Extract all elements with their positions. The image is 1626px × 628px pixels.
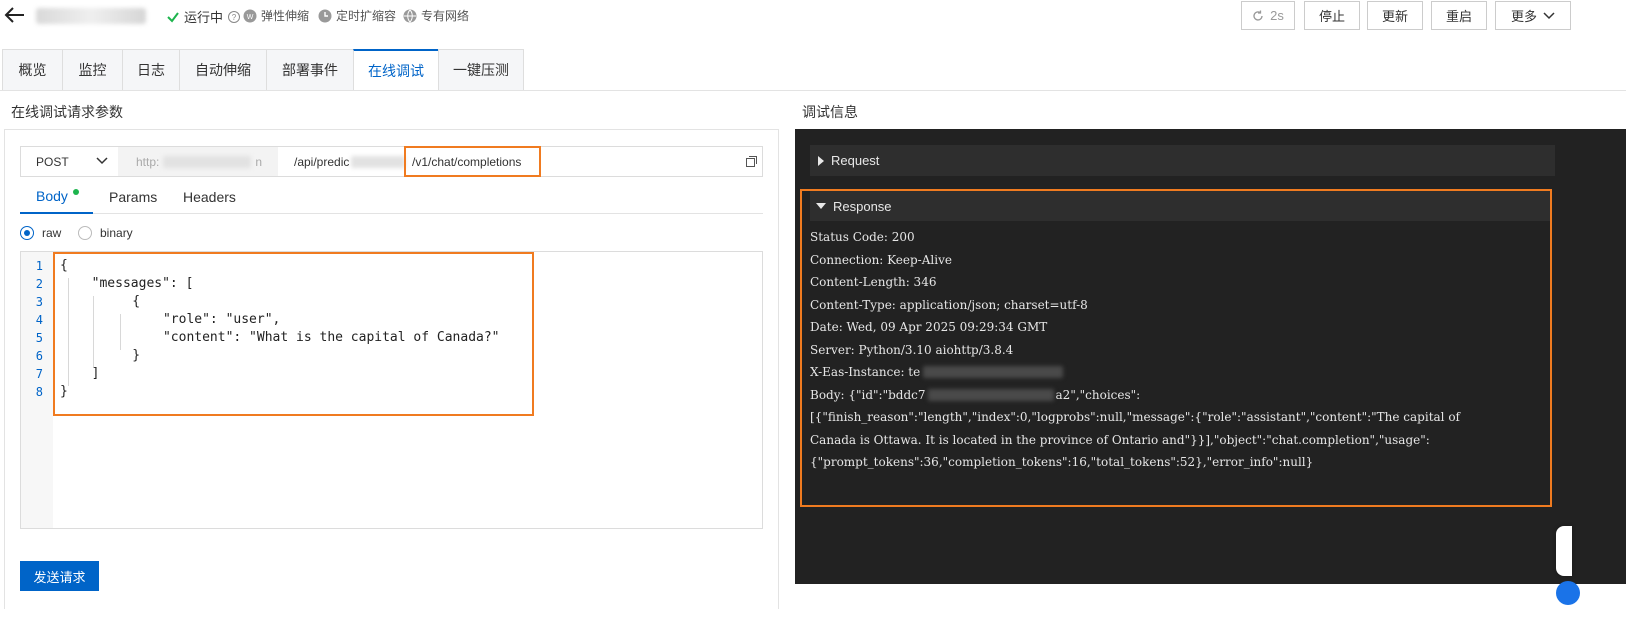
request-params-title: 在线调试请求参数 [11,104,123,120]
subtab-body-label: Body [36,188,68,204]
tab-deploy-events[interactable]: 部署事件 [266,49,353,91]
path-redacted [351,155,406,168]
line-number: 8 [35,385,43,399]
host-redacted [163,155,252,168]
update-button[interactable]: 更新 [1367,1,1423,30]
svg-text:?: ? [232,13,237,22]
line-number: 3 [35,295,43,309]
path-prefix-field[interactable]: /api/predic [294,147,406,176]
tab-online-debug[interactable]: 在线调试 [353,49,438,91]
clock-icon [318,9,332,22]
globe-icon [403,9,417,23]
elastic-icon: W [243,9,257,22]
method-select[interactable]: POST [20,146,118,177]
tab-overview[interactable]: 概览 [2,49,62,91]
host-field: http: n [118,147,278,176]
more-label: 更多 [1510,9,1537,24]
body-status-dot [72,189,79,195]
path-suffix: /v1/chat/completions [412,154,522,169]
help-float-button[interactable] [1556,581,1580,605]
elastic-scaling-label: 弹性伸缩 [261,9,310,23]
line-number: 4 [35,313,43,327]
running-status: 运行中 ? [166,7,241,26]
radio-raw-circle [20,226,34,240]
line-number: 6 [35,349,43,363]
scheduled-scaling-status[interactable]: 定时扩缩容 [318,7,396,24]
subtab-body[interactable]: Body [20,180,93,214]
body-subtabs: Body Params Headers [20,180,763,214]
back-arrow-icon[interactable] [4,4,26,26]
help-icon[interactable]: ? [227,10,241,24]
line-number: 1 [35,259,43,273]
refresh-button[interactable]: 2s [1241,1,1295,30]
subtab-params[interactable]: Params [109,180,157,214]
stop-button[interactable]: 停止 [1304,1,1360,30]
scheduled-scaling-label: 定时扩缩容 [336,9,397,23]
chevron-down-icon [96,157,108,165]
line-number: 2 [35,277,43,291]
tab-stress-test[interactable]: 一键压测 [438,49,524,91]
path-prefix: /api/predic [294,154,350,169]
method-value: POST [36,154,69,169]
service-name [36,8,146,24]
check-icon [167,11,179,23]
side-widget[interactable] [1556,526,1572,576]
radio-raw-label: raw [42,226,62,240]
private-network-status[interactable]: 专有网络 [403,7,469,24]
running-status-label: 运行中 [184,10,224,25]
request-toggle[interactable]: Request [810,145,1555,176]
elastic-scaling-status[interactable]: W 弹性伸缩 [243,7,309,24]
send-request-button[interactable]: 发送请求 [20,561,99,591]
svg-text:W: W [247,14,254,21]
response-highlight-box [800,189,1552,507]
line-number: 7 [35,367,43,381]
caret-right-icon [818,155,824,166]
tab-bar: 概览 监控 日志 自动伸缩 部署事件 在线调试 一键压测 [2,49,524,91]
host-prefix: http: [136,154,160,169]
line-number: 5 [35,331,43,345]
tab-logs[interactable]: 日志 [122,49,179,91]
tab-monitor[interactable]: 监控 [62,49,122,91]
radio-binary-label: binary [100,226,133,240]
debug-info-title: 调试信息 [802,104,858,120]
refresh-interval: 2s [1270,8,1284,23]
code-highlight-box [53,252,534,416]
refresh-icon [1253,10,1263,21]
radio-binary-circle [78,226,92,240]
path-suffix-field[interactable]: /v1/chat/completions [404,146,541,177]
top-bar: 运行中 ? W 弹性伸缩 定时扩缩容 专有网络 2s 停止 更新 重启 更多 [0,0,1626,38]
radio-raw[interactable]: raw [20,226,61,240]
chevron-down-icon [1543,11,1555,19]
tab-divider [0,90,1626,91]
restart-button[interactable]: 重启 [1431,1,1487,30]
subtab-headers[interactable]: Headers [183,180,236,214]
editor-gutter: 1 2 3 4 5 6 7 8 [21,252,53,528]
request-label: Request [831,153,880,168]
radio-binary[interactable]: binary [78,226,133,240]
host-suffix: n [255,154,263,169]
private-network-label: 专有网络 [421,9,470,23]
more-button[interactable]: 更多 [1495,1,1571,30]
open-window-icon[interactable] [746,156,757,167]
tab-autoscaling[interactable]: 自动伸缩 [179,49,266,91]
